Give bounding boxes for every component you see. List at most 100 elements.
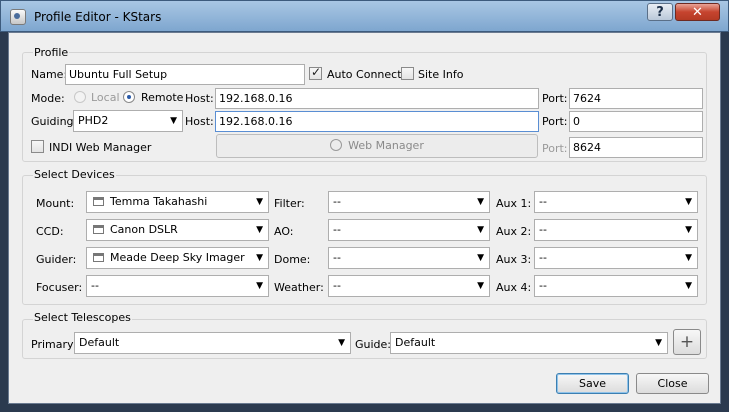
globe-icon <box>330 139 343 151</box>
port-input[interactable]: 7624 <box>569 88 703 109</box>
chevron-down-icon: ▼ <box>256 253 263 263</box>
aux4-label: Aux 4: <box>496 281 532 294</box>
chevron-down-icon: ▼ <box>685 253 692 263</box>
guider-select[interactable]: Meade Deep Sky Imager ▼ <box>86 247 269 269</box>
chevron-down-icon: ▼ <box>256 281 263 291</box>
guiding-port-input[interactable]: 0 <box>569 111 703 132</box>
dome-select[interactable]: -- ▼ <box>328 247 490 269</box>
devices-group-title: Select Devices <box>33 168 116 181</box>
guide-label: Guide: <box>355 338 392 351</box>
aux1-label: Aux 1: <box>496 197 532 210</box>
web-manager-button[interactable]: Web Manager <box>216 134 538 158</box>
guiding-select[interactable]: PHD2 ▼ <box>73 110 183 132</box>
guide-telescope-value: Default <box>395 336 436 349</box>
mode-local-label: Local <box>91 91 120 104</box>
profile-group-title: Profile <box>33 46 70 59</box>
telescopes-group-title: Select Telescopes <box>33 311 132 324</box>
guiding-label: Guiding: <box>31 115 78 128</box>
save-button[interactable]: Save <box>556 373 629 394</box>
weather-select-value: -- <box>333 279 341 292</box>
primary-telescope-select[interactable]: Default ▼ <box>74 332 351 354</box>
weather-select[interactable]: -- ▼ <box>328 275 490 297</box>
aux1-select[interactable]: -- ▼ <box>534 191 698 213</box>
weather-label: Weather: <box>274 281 324 294</box>
guiding-host-input[interactable]: 192.168.0.16 <box>215 111 539 132</box>
aux3-select[interactable]: -- ▼ <box>534 247 698 269</box>
chevron-down-icon: ▼ <box>685 197 692 207</box>
help-button[interactable]: ? <box>647 3 673 21</box>
focuser-select[interactable]: -- ▼ <box>86 275 269 297</box>
profile-name-input[interactable]: Ubuntu Full Setup <box>65 64 305 85</box>
guide-telescope-select[interactable]: Default ▼ <box>390 332 668 354</box>
aux4-select-value: -- <box>539 279 547 292</box>
filter-label: Filter: <box>274 197 305 210</box>
site-info-label: Site Info <box>418 68 464 81</box>
auto-connect-checkbox[interactable] <box>309 65 322 80</box>
chevron-down-icon: ▼ <box>477 225 484 235</box>
mount-select[interactable]: Temma Takahashi ▼ <box>86 191 269 213</box>
aux3-select-value: -- <box>539 251 547 264</box>
chevron-down-icon: ▼ <box>655 338 662 348</box>
dome-label: Dome: <box>274 253 311 266</box>
chevron-down-icon: ▼ <box>256 197 263 207</box>
chevron-down-icon: ▼ <box>685 225 692 235</box>
chevron-down-icon: ▼ <box>477 253 484 263</box>
ao-select[interactable]: -- ▼ <box>328 219 490 241</box>
site-info-checkbox[interactable] <box>401 67 414 80</box>
indi-web-manager-checkbox[interactable] <box>31 140 44 153</box>
guiding-host-label: Host: <box>185 115 214 128</box>
primary-telescope-value: Default <box>79 336 120 349</box>
app-icon <box>10 9 26 25</box>
focuser-label: Focuser: <box>36 281 83 294</box>
host-label: Host: <box>185 92 214 105</box>
device-icon <box>93 225 104 234</box>
name-label: Name: <box>31 68 68 81</box>
aux2-label: Aux 2: <box>496 225 532 238</box>
mount-label: Mount: <box>36 197 75 210</box>
close-button[interactable]: Close <box>636 373 709 394</box>
host-input[interactable]: 192.168.0.16 <box>215 88 539 109</box>
guider-label: Guider: <box>36 253 77 266</box>
aux1-select-value: -- <box>539 195 547 208</box>
ccd-label: CCD: <box>36 225 64 238</box>
ccd-select[interactable]: Canon DSLR ▼ <box>86 219 269 241</box>
guiding-select-value: PHD2 <box>78 114 109 127</box>
mode-remote-radio[interactable] <box>123 91 135 103</box>
primary-label: Primary: <box>31 338 77 351</box>
mount-select-value: Temma Takahashi <box>110 195 208 208</box>
guider-select-value: Meade Deep Sky Imager <box>110 251 245 264</box>
guiding-port-label: Port: <box>542 115 568 128</box>
ccd-select-value: Canon DSLR <box>110 223 178 236</box>
device-icon <box>93 197 104 206</box>
indi-web-manager-label: INDI Web Manager <box>49 141 152 154</box>
mode-local-radio[interactable] <box>74 91 86 103</box>
aux2-select-value: -- <box>539 223 547 236</box>
mode-remote-label: Remote <box>141 91 184 104</box>
aux2-select[interactable]: -- ▼ <box>534 219 698 241</box>
title-bar: Profile Editor - KStars ? ✕ <box>0 0 729 32</box>
port-label: Port: <box>542 92 568 105</box>
chevron-down-icon: ▼ <box>477 197 484 207</box>
dome-select-value: -- <box>333 251 341 264</box>
auto-connect-label: Auto Connect <box>327 68 402 81</box>
ao-select-value: -- <box>333 223 341 236</box>
window-close-button[interactable]: ✕ <box>675 3 720 21</box>
window-title: Profile Editor - KStars <box>34 10 162 24</box>
chevron-down-icon: ▼ <box>170 116 177 126</box>
device-icon <box>93 253 104 262</box>
chevron-down-icon: ▼ <box>685 281 692 291</box>
add-telescope-button[interactable]: + <box>673 329 701 355</box>
focuser-select-value: -- <box>91 279 99 292</box>
web-port-input[interactable]: 8624 <box>569 137 703 158</box>
filter-select-value: -- <box>333 195 341 208</box>
ao-label: AO: <box>274 225 294 238</box>
web-port-label: Port: <box>542 142 568 155</box>
mode-label: Mode: <box>31 92 65 105</box>
dialog-body: Profile Name: Ubuntu Full Setup Auto Con… <box>8 32 721 404</box>
web-manager-button-label: Web Manager <box>348 139 424 152</box>
filter-select[interactable]: -- ▼ <box>328 191 490 213</box>
chevron-down-icon: ▼ <box>338 338 345 348</box>
chevron-down-icon: ▼ <box>256 225 263 235</box>
aux4-select[interactable]: -- ▼ <box>534 275 698 297</box>
chevron-down-icon: ▼ <box>477 281 484 291</box>
